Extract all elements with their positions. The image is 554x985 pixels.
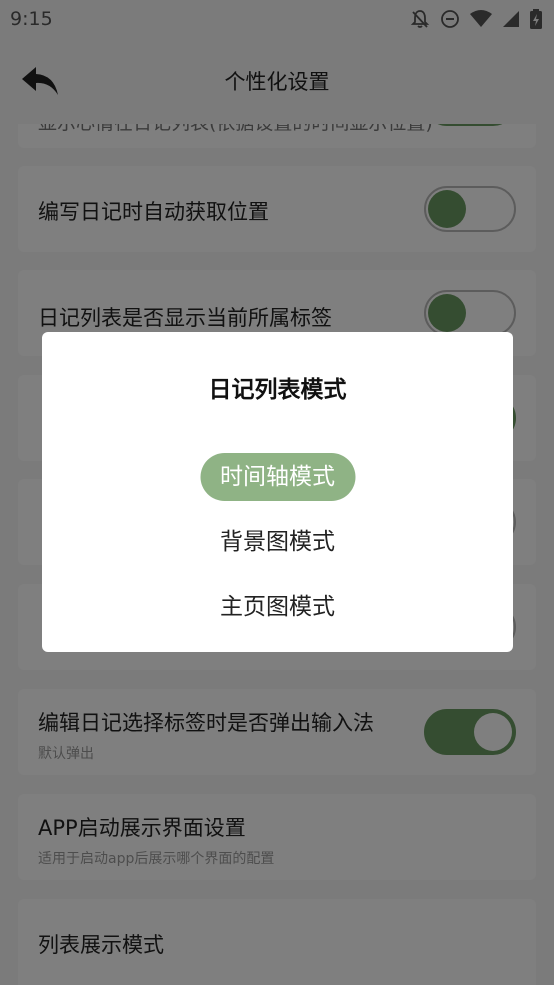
option-homepage-mode[interactable]: 主页图模式 (200, 583, 355, 631)
list-mode-dialog: 日记列表模式 时间轴模式 背景图模式 主页图模式 (42, 332, 513, 652)
option-timeline-mode[interactable]: 时间轴模式 (200, 453, 355, 501)
screen: 9:15 显示心情 (0, 0, 554, 985)
dialog-title: 日记列表模式 (208, 377, 347, 403)
option-background-mode[interactable]: 背景图模式 (200, 518, 355, 566)
